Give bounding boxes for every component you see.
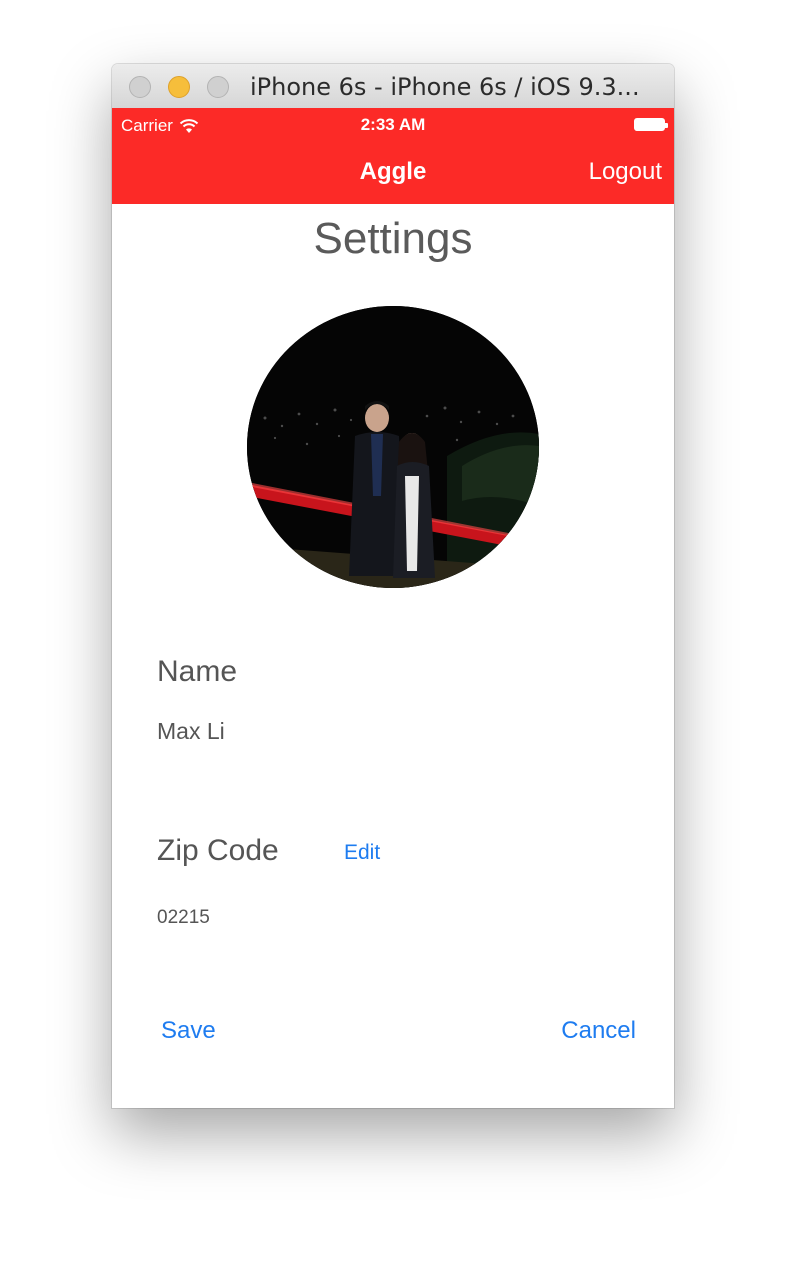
- nav-header: Carrier 2:33 AM Aggle Logout: [112, 108, 674, 204]
- logout-button[interactable]: Logout: [589, 158, 662, 186]
- simulator-window: iPhone 6s - iPhone 6s / iOS 9.3... Carri…: [112, 64, 674, 1108]
- zoom-window-button[interactable]: [207, 76, 229, 98]
- zip-code-label: Zip Code: [157, 834, 279, 867]
- page-title: Settings: [313, 214, 473, 263]
- name-label: Name: [157, 655, 238, 688]
- save-button[interactable]: Save: [161, 1017, 216, 1045]
- battery-full-icon: [634, 118, 668, 131]
- minimize-window-button[interactable]: [168, 76, 190, 98]
- status-time: 2:33 AM: [360, 115, 426, 134]
- window-titlebar[interactable]: iPhone 6s - iPhone 6s / iOS 9.3...: [112, 64, 674, 109]
- window-title: iPhone 6s - iPhone 6s / iOS 9.3...: [250, 73, 640, 101]
- edit-zip-code-button[interactable]: Edit: [344, 841, 380, 865]
- close-window-button[interactable]: [129, 76, 151, 98]
- cancel-button[interactable]: Cancel: [561, 1017, 636, 1045]
- app-screen: Carrier 2:33 AM Aggle Logout Settings Na…: [112, 108, 674, 1108]
- profile-photo-image: [247, 306, 539, 588]
- profile-photo[interactable]: [247, 306, 539, 588]
- zip-code-value: 02215: [157, 907, 210, 928]
- name-value: Max Li: [157, 718, 225, 744]
